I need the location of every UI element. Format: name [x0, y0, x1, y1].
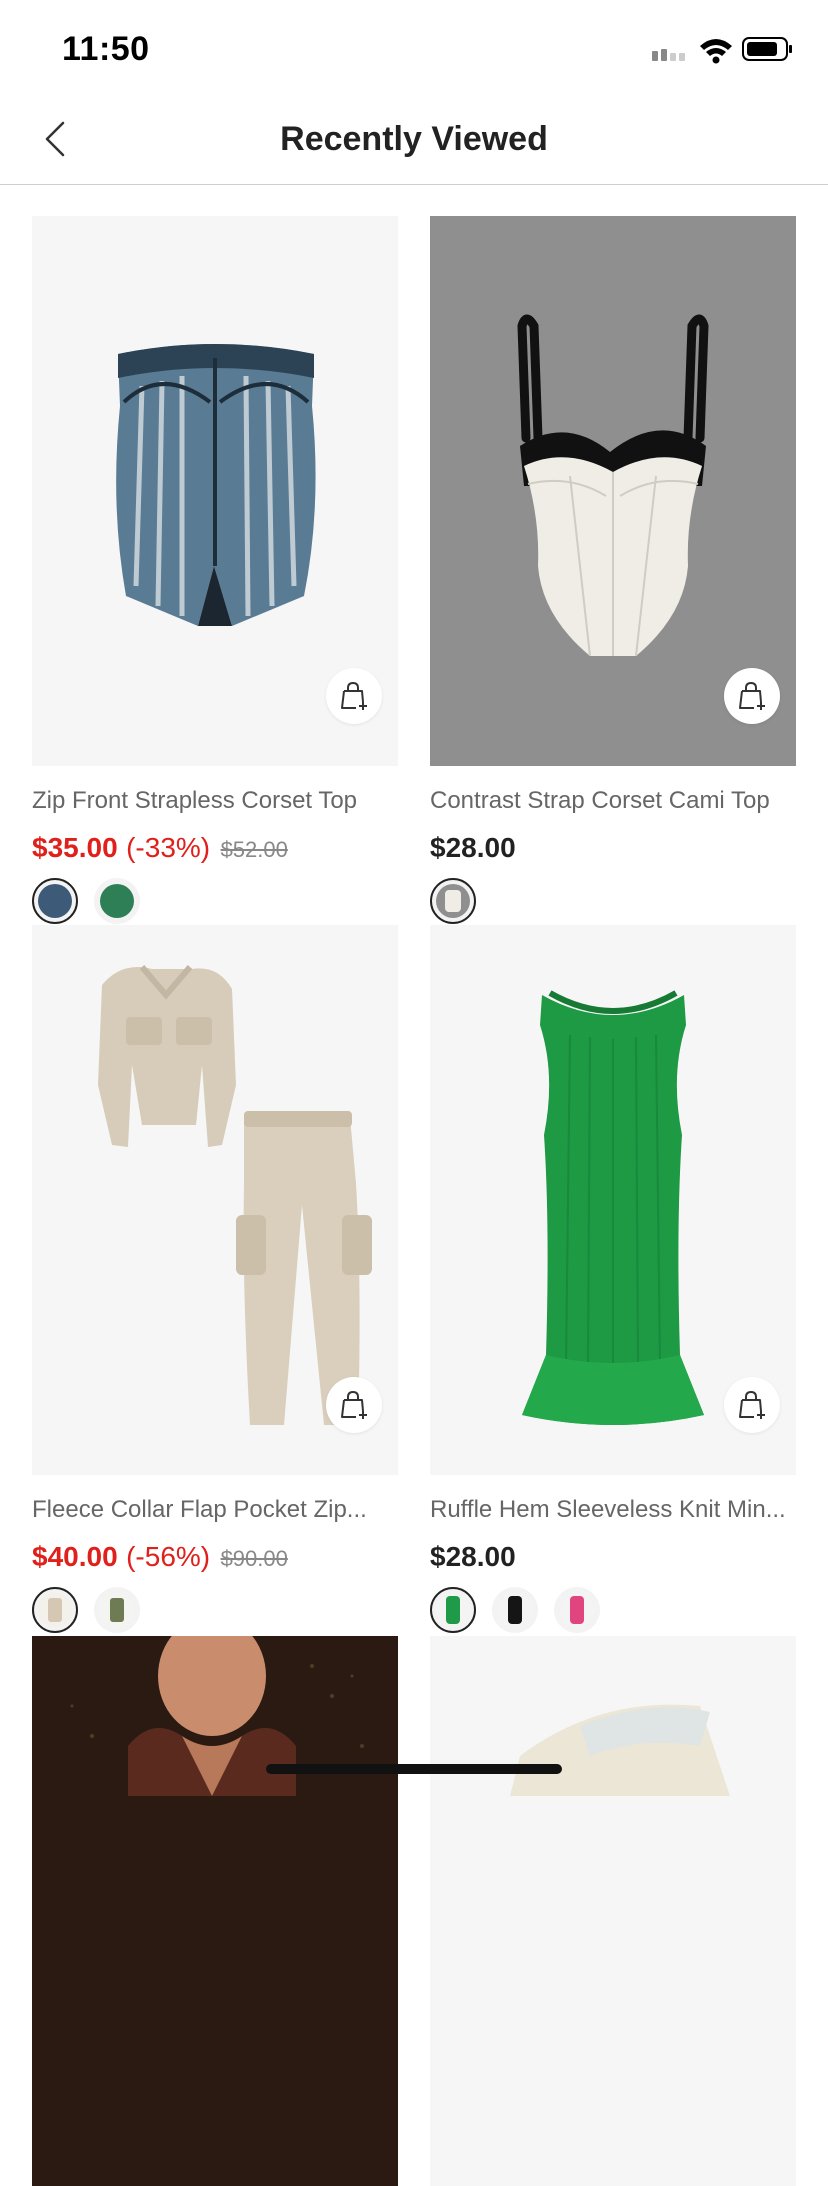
status-time: 11:50 — [62, 30, 150, 68]
price-row: $40.00 (-56%) $90.00 — [32, 1539, 398, 1575]
nav-bar: Recently Viewed — [0, 96, 828, 185]
product-card[interactable]: Ruffle Hem Sleeveless Knit Min... $28.00 — [430, 925, 796, 1633]
add-to-cart-button[interactable] — [326, 1377, 382, 1433]
product-image[interactable] — [430, 925, 796, 1475]
battery-icon — [742, 37, 792, 61]
color-swatches — [430, 1587, 796, 1633]
color-swatch[interactable] — [32, 1587, 78, 1633]
sale-price: $40.00 — [32, 1541, 118, 1572]
product-name: Ruffle Hem Sleeveless Knit Min... — [430, 1496, 786, 1523]
add-to-cart-button[interactable] — [724, 668, 780, 724]
discount-badge: (-33%) — [126, 832, 211, 863]
color-swatches — [32, 1587, 398, 1633]
add-to-cart-button[interactable] — [326, 668, 382, 724]
page-title: Recently Viewed — [280, 120, 548, 158]
color-swatch[interactable] — [492, 1587, 538, 1633]
product-image[interactable] — [32, 925, 398, 1475]
color-swatches — [32, 878, 398, 924]
home-indicator[interactable] — [266, 1764, 562, 1774]
product-card[interactable]: Contrast Strap Corset Cami Top $28.00 — [430, 216, 796, 924]
product-card[interactable]: Zip Front Strapless Corset Top $35.00 (-… — [32, 216, 398, 924]
color-swatch[interactable] — [94, 878, 140, 924]
color-swatch[interactable] — [554, 1587, 600, 1633]
product-name: Contrast Strap Corset Cami Top — [430, 787, 770, 814]
color-swatch[interactable] — [430, 1587, 476, 1633]
status-bar: 11:50 — [0, 0, 828, 96]
product-image[interactable] — [32, 1636, 398, 2186]
price-row: $28.00 — [430, 1539, 796, 1575]
cellular-signal-icon — [652, 49, 685, 61]
color-swatch[interactable] — [32, 878, 78, 924]
product-card[interactable]: Fleece Collar Flap Pocket Zip... $40.00 … — [32, 925, 398, 1633]
discount-badge: (-56%) — [126, 1541, 211, 1572]
product-image[interactable] — [430, 1636, 796, 2186]
shopping-bag-plus-icon — [341, 681, 367, 710]
product-image[interactable] — [32, 216, 398, 766]
sale-price: $35.00 — [32, 832, 118, 863]
price-row: $28.00 — [430, 830, 796, 866]
product-card[interactable] — [32, 1636, 398, 2186]
product-name: Fleece Collar Flap Pocket Zip... — [32, 1496, 367, 1523]
color-swatch[interactable] — [430, 878, 476, 924]
color-swatch[interactable] — [94, 1587, 140, 1633]
shopping-bag-plus-icon — [739, 1390, 765, 1419]
price: $28.00 — [430, 832, 516, 863]
price: $28.00 — [430, 1541, 516, 1572]
shopping-bag-plus-icon — [739, 681, 765, 710]
product-name: Zip Front Strapless Corset Top — [32, 787, 358, 814]
color-swatches — [430, 878, 796, 924]
product-card[interactable] — [430, 1636, 796, 2186]
original-price: $90.00 — [220, 1546, 288, 1571]
shopping-bag-plus-icon — [341, 1390, 367, 1419]
product-image[interactable] — [430, 216, 796, 766]
original-price: $52.00 — [220, 837, 288, 862]
price-row: $35.00 (-33%) $52.00 — [32, 830, 398, 866]
add-to-cart-button[interactable] — [724, 1377, 780, 1433]
wifi-icon — [700, 39, 732, 64]
